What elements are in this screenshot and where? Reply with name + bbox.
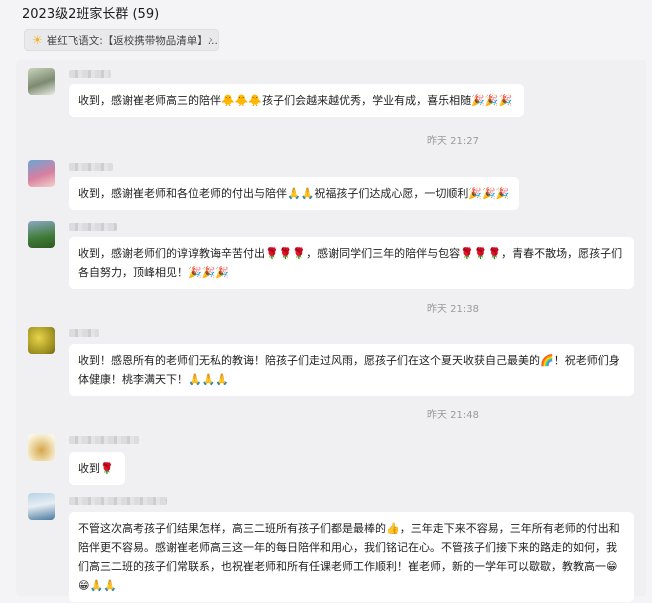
sender-name-redacted [69, 329, 99, 337]
message-text: 收到，感谢崔老师和各位老师的付出与陪伴🙏🙏祝福孩子们达成心愿，一切顺利🎉🎉🎉 [78, 187, 510, 200]
message-text: 收到！感恩所有的老师们无私的教诲！陪孩子们走过风雨，愿孩子们在这个夏天收获自己最… [78, 354, 620, 386]
message-text: 收到，感谢崔老师高三的陪伴🐥🐥🐥孩子们会越来越优秀，学业有成，喜乐相随🎉🎉🎉 [78, 94, 513, 107]
sender-name-redacted [69, 163, 113, 171]
timestamp: 昨天 21:38 [427, 304, 479, 315]
timestamp: 昨天 21:27 [427, 136, 479, 147]
message-bubble[interactable]: 收到！感恩所有的老师们无私的教诲！陪孩子们走过风雨，愿孩子们在这个夏天收获自己最… [69, 344, 634, 396]
message-bubble[interactable]: 收到，感谢老师们的谆谆教诲辛苦付出🌹🌹🌹，感谢同学们三年的陪伴与包容🌹🌹🌹，青春… [69, 237, 634, 289]
message-bubble[interactable]: 收到，感谢崔老师和各位老师的付出与陪伴🙏🙏祝福孩子们达成心愿，一切顺利🎉🎉🎉 [69, 177, 519, 210]
avatar[interactable] [28, 68, 55, 95]
message-text: 收到🌹 [78, 462, 114, 475]
chevron-right-icon: › [208, 33, 213, 46]
pinned-message[interactable]: ☀ 崔红飞语文:【返校携带物品清单】... › [24, 29, 219, 51]
avatar[interactable] [28, 221, 55, 248]
sender-name-redacted [69, 223, 117, 231]
message-list[interactable]: 收到，感谢崔老师高三的陪伴🐥🐥🐥孩子们会越来越优秀，学业有成，喜乐相随🎉🎉🎉 昨… [16, 60, 646, 602]
message-bubble[interactable]: 收到🌹 [69, 452, 125, 485]
sender-name-redacted [69, 497, 167, 505]
message-text: 收到，感谢老师们的谆谆教诲辛苦付出🌹🌹🌹，感谢同学们三年的陪伴与包容🌹🌹🌹，青春… [78, 247, 623, 279]
avatar[interactable] [28, 160, 55, 187]
sender-name-redacted [69, 70, 111, 78]
message-text: 不管这次高考孩子们结果怎样，高三二班所有孩子们都是最棒的👍，三年走下来不容易，三… [78, 522, 620, 592]
timestamp: 昨天 21:48 [427, 410, 479, 421]
avatar[interactable] [28, 434, 55, 461]
pinned-message-text: 崔红飞语文:【返校携带物品清单】... [46, 34, 218, 47]
message-bubble[interactable]: 收到，感谢崔老师高三的陪伴🐥🐥🐥孩子们会越来越优秀，学业有成，喜乐相随🎉🎉🎉 [69, 84, 524, 117]
avatar[interactable] [28, 327, 55, 354]
sun-icon: ☀ [32, 33, 43, 47]
chat-title: 2023级2班家长群 (59) [22, 7, 160, 22]
sender-name-redacted [69, 436, 139, 444]
message-bubble[interactable]: 不管这次高考孩子们结果怎样，高三二班所有孩子们都是最棒的👍，三年走下来不容易，三… [69, 512, 634, 602]
avatar[interactable] [28, 493, 55, 520]
